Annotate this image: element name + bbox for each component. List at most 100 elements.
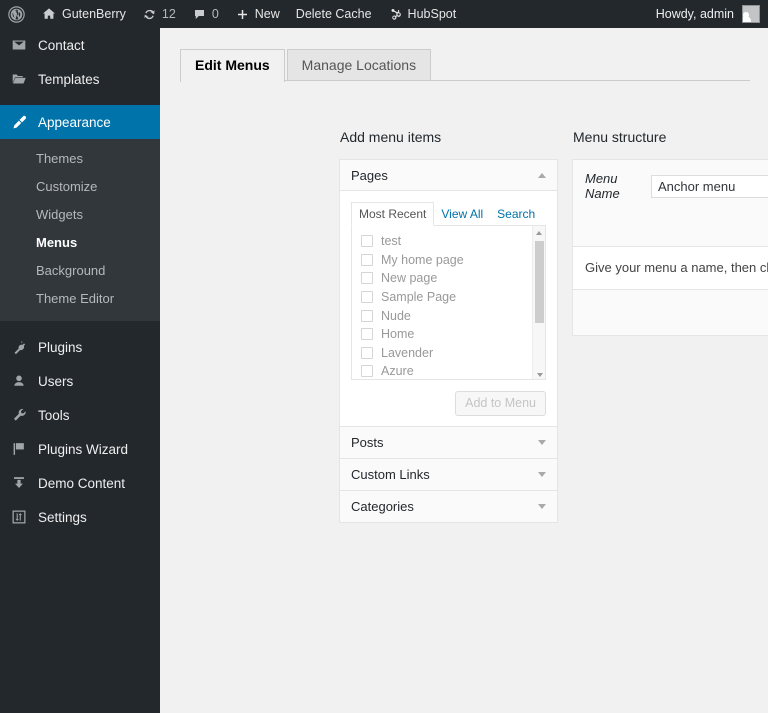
add-to-menu-button[interactable]: Add to Menu <box>455 391 546 416</box>
menu-name-input[interactable] <box>651 174 768 198</box>
list-item[interactable]: Sample Page <box>361 288 545 307</box>
sidebar-item-plugins-wizard[interactable]: Plugins Wizard <box>0 432 160 466</box>
paintbrush-icon <box>10 113 32 131</box>
checkbox[interactable] <box>361 235 373 248</box>
checkbox[interactable] <box>361 365 373 378</box>
updates-button[interactable]: 12 <box>134 0 184 28</box>
scrollbar-thumb[interactable] <box>535 241 544 323</box>
sidebar-label: Settings <box>38 509 87 525</box>
sidebar-item-users[interactable]: Users <box>0 364 160 398</box>
wp-logo-button[interactable] <box>0 0 33 28</box>
hubspot-button[interactable]: HubSpot <box>380 0 465 28</box>
new-label: New <box>254 7 280 21</box>
sidebar-label: Plugins <box>38 339 83 355</box>
howdy-label: Howdy, admin <box>655 7 734 21</box>
sidebar-label: Templates <box>38 71 100 87</box>
checkbox[interactable] <box>361 272 373 285</box>
plus-icon <box>235 7 250 22</box>
list-item[interactable]: Home <box>361 325 545 344</box>
site-name-button[interactable]: GutenBerry <box>33 0 134 28</box>
tab-manage-locations[interactable]: Manage Locations <box>286 49 432 81</box>
subtab-view-all[interactable]: View All <box>434 203 490 225</box>
list-item-label: test <box>381 234 402 249</box>
categories-accordion-header[interactable]: Categories <box>340 491 557 522</box>
sidebar-item-tools[interactable]: Tools <box>0 398 160 432</box>
list-item-label: Nude <box>381 308 411 323</box>
scroll-up-button[interactable] <box>533 226 545 239</box>
pages-list-scrollbar[interactable] <box>532 226 545 379</box>
submenu-item-background[interactable]: Background <box>0 257 160 285</box>
chevron-down-icon[interactable] <box>538 472 546 477</box>
sidebar-separator <box>0 96 160 105</box>
hubspot-icon <box>388 7 403 22</box>
list-item-label: My home page <box>381 252 464 267</box>
sidebar-item-templates[interactable]: Templates <box>0 62 160 96</box>
submenu-item-customize[interactable]: Customize <box>0 173 160 201</box>
list-item[interactable]: Lavender <box>361 344 545 363</box>
menu-structure-heading: Menu structure <box>573 129 667 145</box>
nav-tab-row: Edit Menus Manage Locations <box>180 48 750 82</box>
sidebar-item-demo-content[interactable]: Demo Content <box>0 466 160 500</box>
avatar-body <box>743 16 751 22</box>
wrench-icon <box>10 406 32 424</box>
home-icon <box>41 6 57 22</box>
checkbox[interactable] <box>361 253 373 266</box>
wordpress-logo-icon <box>8 5 25 23</box>
flag-icon <box>10 440 32 458</box>
pages-accordion-header[interactable]: Pages <box>340 160 557 191</box>
custom-links-accordion-header[interactable]: Custom Links <box>340 459 557 490</box>
folder-icon <box>10 70 32 88</box>
list-item[interactable]: New page <box>361 269 545 288</box>
hubspot-label: HubSpot <box>407 7 457 21</box>
new-content-button[interactable]: New <box>227 0 288 28</box>
chevron-down-icon[interactable] <box>538 440 546 445</box>
scroll-down-button[interactable] <box>533 368 545 379</box>
chevron-up-icon[interactable] <box>538 172 546 178</box>
menu-structure-panel: Menu Name Create Menu Give your menu a n… <box>572 159 768 336</box>
admin-sidebar: Contact Templates Appearance Themes Cust… <box>0 28 160 713</box>
submenu-item-themes[interactable]: Themes <box>0 145 160 173</box>
custom-links-accordion: Custom Links <box>339 458 558 491</box>
checkbox[interactable] <box>361 346 373 359</box>
list-item[interactable]: Nude <box>361 306 545 325</box>
submenu-item-menus[interactable]: Menus <box>0 229 160 257</box>
delete-cache-button[interactable]: Delete Cache <box>288 0 380 28</box>
categories-accordion: Categories <box>339 490 558 523</box>
posts-accordion-header[interactable]: Posts <box>340 427 557 458</box>
list-item-label: Lavender <box>381 345 434 360</box>
envelope-icon <box>10 36 32 54</box>
add-to-menu-row: Add to Menu <box>351 380 546 416</box>
checkbox[interactable] <box>361 291 373 304</box>
menu-hint-text: Give your menu a name, then click Create… <box>573 247 768 289</box>
my-account-button[interactable]: Howdy, admin <box>656 5 768 23</box>
pages-list[interactable]: test My home page New page Sample Page N… <box>351 225 546 380</box>
menu-name-section: Menu Name Create Menu <box>573 160 768 247</box>
subtab-search[interactable]: Search <box>490 203 542 225</box>
sidebar-item-plugins[interactable]: Plugins <box>0 330 160 364</box>
submenu-item-widgets[interactable]: Widgets <box>0 201 160 229</box>
add-menu-items-heading: Add menu items <box>340 129 442 145</box>
submenu-item-theme-editor[interactable]: Theme Editor <box>0 285 160 313</box>
sidebar-item-contact[interactable]: Contact <box>0 28 160 62</box>
comments-button[interactable]: 0 <box>184 0 227 28</box>
user-icon <box>10 372 32 390</box>
pages-accordion-body: Most Recent View All Search test My home… <box>340 191 557 426</box>
add-menu-items-column: Pages Most Recent View All Search test M… <box>339 159 558 523</box>
checkbox[interactable] <box>361 309 373 322</box>
custom-links-accordion-title: Custom Links <box>351 467 430 482</box>
list-item[interactable]: Azure <box>361 362 545 379</box>
chevron-down-icon[interactable] <box>538 504 546 509</box>
sidebar-item-appearance[interactable]: Appearance <box>0 105 160 139</box>
list-item[interactable]: My home page <box>361 251 545 270</box>
posts-accordion-title: Posts <box>351 435 384 450</box>
pages-subtabs: Most Recent View All Search <box>351 202 546 226</box>
tab-edit-menus[interactable]: Edit Menus <box>180 49 285 82</box>
content-area: Edit Menus Manage Locations Add menu ite… <box>160 28 768 713</box>
sidebar-label: Plugins Wizard <box>38 441 129 457</box>
list-item[interactable]: test <box>361 232 545 251</box>
subtab-most-recent[interactable]: Most Recent <box>351 202 435 226</box>
download-icon <box>10 474 32 492</box>
sidebar-item-settings[interactable]: Settings <box>0 500 160 534</box>
pages-list-inner: test My home page New page Sample Page N… <box>352 226 545 379</box>
checkbox[interactable] <box>361 328 373 341</box>
